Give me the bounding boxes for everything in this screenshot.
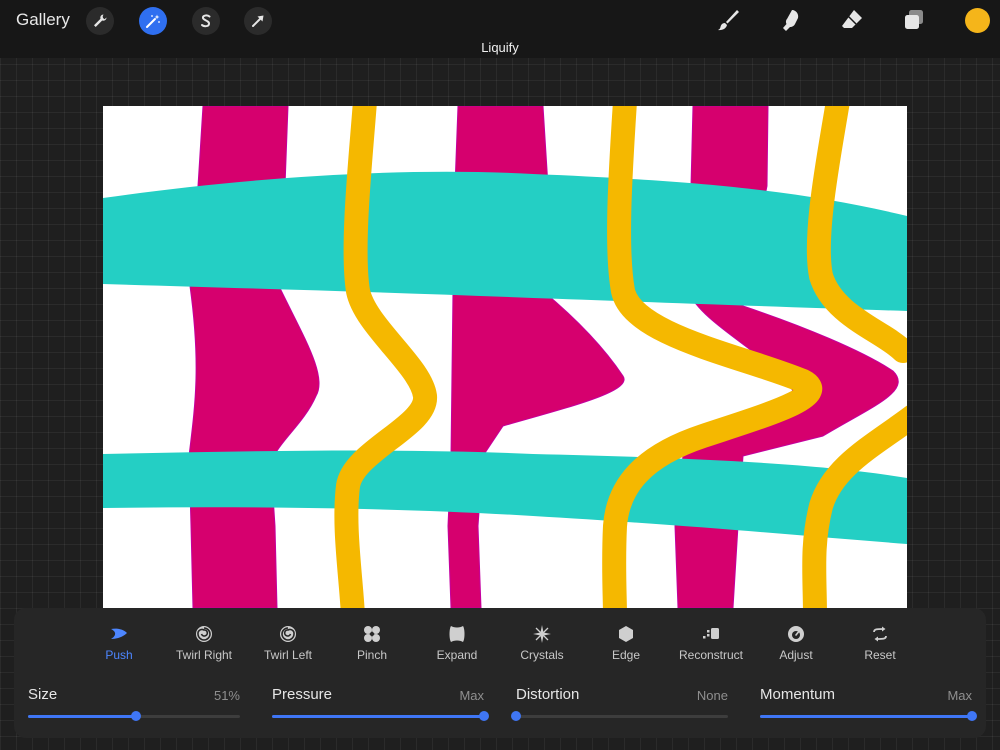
liquify-tool-push[interactable]: Push xyxy=(77,624,161,662)
wrench-icon xyxy=(94,14,107,27)
slider-value: None xyxy=(696,688,728,703)
liquify-tool-label: Reset xyxy=(864,648,896,662)
reconstruct-icon xyxy=(703,628,719,639)
expand-icon xyxy=(449,626,465,642)
pinch-icon xyxy=(364,626,380,642)
slider-value: Max xyxy=(947,688,972,703)
slider-fill xyxy=(760,715,972,718)
liquify-tool-twirl-left[interactable]: Twirl Left xyxy=(246,624,330,662)
slider-label: Momentum xyxy=(760,686,836,703)
slider-knob[interactable] xyxy=(967,711,977,721)
twirl-right-icon xyxy=(196,626,212,642)
liquify-tool-label: Push xyxy=(105,648,133,662)
selection-button[interactable] xyxy=(192,7,220,35)
twirl-left-icon xyxy=(280,626,296,642)
artwork xyxy=(103,106,907,608)
liquify-tool-label: Expand xyxy=(436,648,478,662)
slider-value: Max xyxy=(459,688,484,703)
push-icon xyxy=(111,628,127,639)
selection-s-icon xyxy=(201,14,211,28)
liquify-tool-label: Twirl Left xyxy=(263,648,312,662)
brush-tool-button[interactable] xyxy=(714,6,742,34)
paintbrush-icon xyxy=(718,10,739,31)
color-picker-button[interactable] xyxy=(965,8,990,33)
reset-icon xyxy=(873,626,887,642)
slider-label: Distortion xyxy=(516,686,580,703)
slider-label: Size xyxy=(28,686,58,703)
edge-icon xyxy=(619,626,633,642)
liquify-tool-label: Twirl Right xyxy=(175,648,232,662)
slider-value: 51% xyxy=(213,688,240,703)
liquify-tool-expand[interactable]: Expand xyxy=(415,624,499,662)
actions-wrench-button[interactable] xyxy=(86,7,114,35)
liquify-tool-label: Edge xyxy=(611,648,641,662)
liquify-tool-edge[interactable]: Edge xyxy=(584,624,668,662)
transform-arrow-icon xyxy=(252,15,264,27)
pressure-slider[interactable] xyxy=(272,711,489,721)
drawing-canvas[interactable] xyxy=(103,106,907,608)
distortion-slider[interactable] xyxy=(511,711,728,721)
adjust-icon xyxy=(788,626,804,642)
eraser-tool-button[interactable] xyxy=(838,6,866,34)
mode-title: Liquify xyxy=(481,40,519,55)
layers-icon xyxy=(905,10,923,29)
slider-knob[interactable] xyxy=(479,711,489,721)
liquify-tool-label: Reconstruct xyxy=(678,648,744,662)
smudge-tool-button[interactable] xyxy=(776,6,804,34)
slider-fill xyxy=(28,715,136,718)
slider-knob[interactable] xyxy=(131,711,141,721)
liquify-tool-label: Pinch xyxy=(356,648,388,662)
liquify-tool-adjust[interactable]: Adjust xyxy=(754,624,838,662)
top-toolbar: Gallery Liquify xyxy=(0,0,1000,58)
transform-button[interactable] xyxy=(244,7,272,35)
slider-fill xyxy=(272,715,484,718)
liquify-tool-crystals[interactable]: Crystals xyxy=(500,624,584,662)
magic-wand-icon xyxy=(146,14,160,28)
crystals-icon xyxy=(533,625,551,643)
slider-knob[interactable] xyxy=(511,711,521,721)
momentum-slider[interactable] xyxy=(760,711,977,721)
smudge-finger-icon xyxy=(783,10,799,31)
liquify-tool-label: Crystals xyxy=(520,648,564,662)
liquify-tool-label: Adjust xyxy=(779,648,813,662)
liquify-tool-pinch[interactable]: Pinch xyxy=(330,624,414,662)
liquify-tool-twirl-right[interactable]: Twirl Right xyxy=(162,624,246,662)
liquify-tool-reconstruct[interactable]: Reconstruct xyxy=(669,624,753,662)
slider-label: Pressure xyxy=(272,686,333,703)
liquify-tool-reset[interactable]: Reset xyxy=(838,624,922,662)
layers-button[interactable] xyxy=(900,6,928,34)
gallery-button[interactable]: Gallery xyxy=(16,10,70,30)
eraser-icon xyxy=(842,10,862,28)
size-slider[interactable] xyxy=(28,711,240,721)
liquify-panel: Push Twirl Right Twirl Left Pinch Expand xyxy=(14,608,986,738)
adjustments-wand-button[interactable] xyxy=(139,7,167,35)
